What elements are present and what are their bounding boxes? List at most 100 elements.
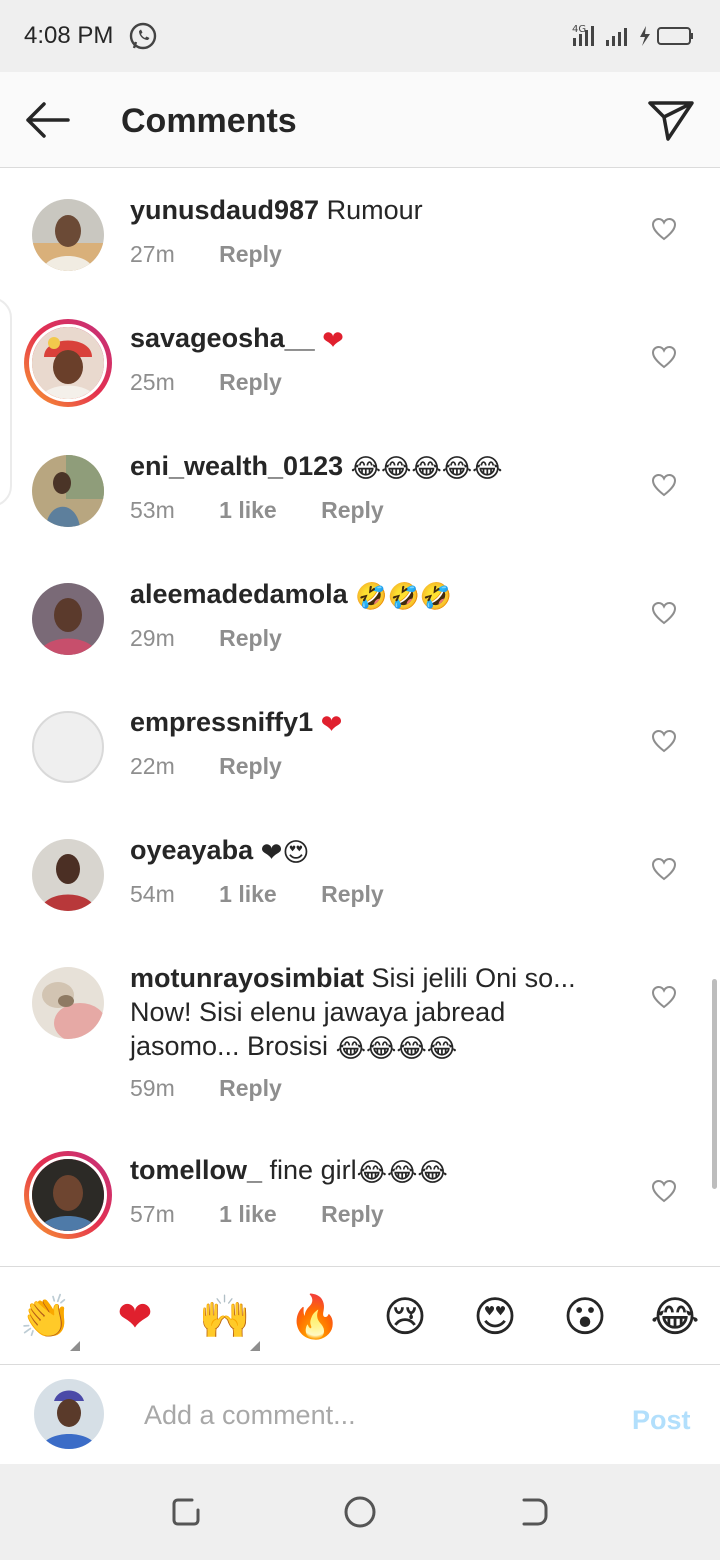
like-heart-icon[interactable] bbox=[651, 857, 677, 881]
comment-username[interactable]: motunrayosimbiat bbox=[130, 963, 364, 993]
like-heart-icon[interactable] bbox=[651, 217, 677, 241]
like-heart-icon[interactable] bbox=[651, 985, 677, 1009]
reaction-surprised-face-icon[interactable]: 😮 bbox=[557, 1291, 613, 1343]
comment-text: savageosha__ ❤ bbox=[130, 321, 620, 355]
comment-time: 22m bbox=[130, 753, 175, 779]
like-heart-icon[interactable] bbox=[651, 345, 677, 369]
comment-emoji: ❤ bbox=[322, 326, 344, 356]
home-icon[interactable] bbox=[342, 1494, 378, 1530]
avatar-placeholder[interactable] bbox=[32, 711, 104, 783]
like-heart-icon[interactable] bbox=[651, 601, 677, 625]
comment-username[interactable]: empressniffy1 bbox=[130, 707, 313, 737]
reply-button[interactable]: Reply bbox=[321, 881, 384, 908]
comment-username[interactable]: tomellow_ bbox=[130, 1155, 262, 1185]
my-avatar bbox=[34, 1379, 104, 1449]
reaction-heart-eyes-icon[interactable]: 😍 bbox=[467, 1291, 523, 1343]
reaction-raised-hands-icon[interactable]: 🙌 bbox=[197, 1291, 253, 1343]
like-heart-icon[interactable] bbox=[651, 729, 677, 753]
avatar[interactable] bbox=[32, 199, 104, 271]
back-arrow-icon[interactable] bbox=[22, 98, 72, 142]
comment-text: empressniffy1 ❤ bbox=[130, 705, 620, 739]
comment-meta: 53m 1 like Reply bbox=[130, 497, 422, 524]
comment-meta: 29m Reply bbox=[130, 625, 320, 652]
like-count[interactable]: 1 like bbox=[219, 1201, 277, 1228]
app-bar: Comments bbox=[0, 72, 720, 168]
avatar-story-ring[interactable] bbox=[24, 1151, 112, 1239]
comment-username[interactable]: savageosha__ bbox=[130, 323, 315, 353]
comment-emoji: 🤣🤣🤣 bbox=[355, 582, 453, 612]
reaction-clap-icon[interactable]: 👏 bbox=[18, 1291, 74, 1343]
comment-username[interactable]: aleemadedamola bbox=[130, 579, 348, 609]
comment-composer: Post bbox=[0, 1364, 720, 1464]
like-count[interactable]: 1 like bbox=[219, 881, 277, 908]
comment-message bbox=[348, 579, 356, 609]
status-time: 4:08 PM bbox=[24, 22, 114, 49]
avatar[interactable] bbox=[32, 583, 104, 655]
comment-time: 54m bbox=[130, 881, 175, 907]
comment-meta: 57m 1 like Reply bbox=[130, 1201, 422, 1228]
comment-time: 57m bbox=[130, 1201, 175, 1227]
comment-emoji: ❤ bbox=[320, 710, 343, 740]
like-heart-icon[interactable] bbox=[651, 473, 677, 497]
network-type-label: 4G bbox=[572, 24, 586, 35]
reaction-fire-icon[interactable]: 🔥 bbox=[287, 1291, 343, 1343]
reply-button[interactable]: Reply bbox=[219, 241, 282, 268]
reaction-heart-icon[interactable]: ❤ bbox=[107, 1291, 163, 1343]
comment-message: fine girl bbox=[262, 1155, 357, 1185]
comment-text: tomellow_ fine girl😂😂😂 bbox=[130, 1153, 620, 1187]
page-title: Comments bbox=[121, 102, 297, 140]
comment-text: yunusdaud987 Rumour bbox=[130, 193, 620, 227]
comment-emoji: 😂😂😂😂😂 bbox=[350, 454, 503, 484]
reply-button[interactable]: Reply bbox=[219, 625, 282, 652]
comment-username[interactable]: yunusdaud987 bbox=[130, 195, 319, 225]
comment-username[interactable]: oyeayaba bbox=[130, 835, 253, 865]
comment-time: 29m bbox=[130, 625, 175, 651]
reply-button[interactable]: Reply bbox=[321, 497, 384, 524]
recent-apps-icon[interactable] bbox=[168, 1494, 204, 1530]
avatar[interactable] bbox=[32, 455, 104, 527]
reply-button[interactable]: Reply bbox=[219, 369, 282, 396]
skin-tone-indicator bbox=[250, 1341, 260, 1351]
quick-reaction-bar: 👏 ❤ 🙌 🔥 😢 😍 😮 😂 bbox=[0, 1266, 720, 1364]
comment-text: motunrayosimbiat Sisi jelili Oni so... N… bbox=[130, 961, 620, 1063]
comment-time: 59m bbox=[130, 1075, 175, 1101]
comment-message bbox=[253, 835, 261, 865]
comment-text: oyeayaba ❤😍 bbox=[130, 833, 620, 867]
status-bar: 4:08 PM 4G bbox=[0, 0, 720, 72]
signal-battery-icons: 4G bbox=[572, 24, 693, 46]
like-count[interactable]: 1 like bbox=[219, 497, 277, 524]
comment-message bbox=[313, 707, 321, 737]
back-nav-icon[interactable] bbox=[516, 1494, 552, 1530]
reaction-laughing-icon[interactable]: 😂 bbox=[647, 1291, 703, 1343]
avatar[interactable] bbox=[32, 967, 104, 1039]
reply-button[interactable]: Reply bbox=[321, 1201, 384, 1228]
reply-button[interactable]: Reply bbox=[219, 753, 282, 780]
edge-panel-handle[interactable] bbox=[0, 297, 12, 507]
comment-emoji: 😂😂😂😂 bbox=[335, 1034, 458, 1064]
whatsapp-notification-icon bbox=[129, 22, 157, 50]
reply-button[interactable]: Reply bbox=[219, 1075, 282, 1102]
skin-tone-indicator bbox=[70, 1341, 80, 1351]
comment-text: eni_wealth_0123 😂😂😂😂😂 bbox=[130, 449, 620, 483]
comment-text: aleemadedamola 🤣🤣🤣 bbox=[130, 577, 620, 611]
comment-emoji: 😂😂😂 bbox=[356, 1158, 448, 1188]
avatar[interactable] bbox=[32, 839, 104, 911]
comment-time: 25m bbox=[130, 369, 175, 395]
reaction-crying-face-icon[interactable]: 😢 bbox=[377, 1291, 433, 1343]
comment-message bbox=[315, 323, 323, 353]
scrollbar[interactable] bbox=[712, 979, 717, 1189]
avatar-story-ring[interactable] bbox=[24, 319, 112, 407]
comment-input[interactable] bbox=[144, 1395, 584, 1435]
comment-meta: 22m Reply bbox=[130, 753, 320, 780]
comment-time: 27m bbox=[130, 241, 175, 267]
comment-meta: 25m Reply bbox=[130, 369, 320, 396]
comments-list[interactable]: yunusdaud987 Rumour 27m Reply savageosha… bbox=[0, 169, 720, 1265]
like-heart-icon[interactable] bbox=[651, 1179, 677, 1203]
send-direct-icon[interactable] bbox=[646, 97, 696, 143]
post-button[interactable]: Post bbox=[632, 1405, 691, 1436]
comment-meta: 54m 1 like Reply bbox=[130, 881, 422, 908]
comment-meta: 27m Reply bbox=[130, 241, 320, 268]
comment-emoji: ❤😍 bbox=[260, 838, 310, 868]
comment-message: Rumour bbox=[319, 195, 423, 225]
comment-username[interactable]: eni_wealth_0123 bbox=[130, 451, 343, 481]
